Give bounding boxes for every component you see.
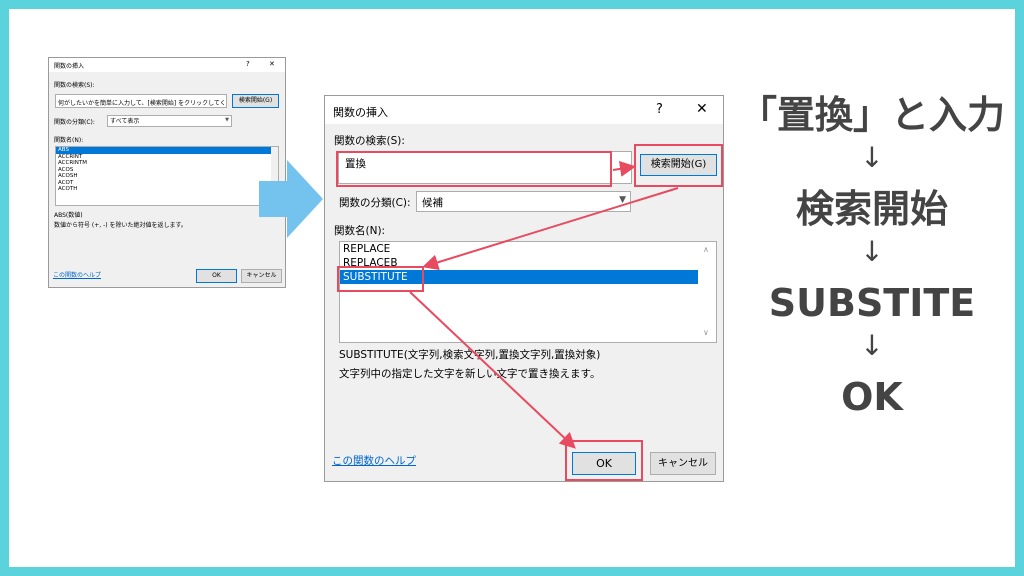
step-type-replace: 「置換」と入力 (738, 93, 1005, 137)
arrow-to-ok (409, 291, 576, 449)
down-arrow-icon: ↓ (860, 235, 884, 268)
step-substitute: SUBSTITE (768, 281, 976, 325)
down-arrow-icon: ↓ (860, 329, 884, 362)
instruction-steps: 「置換」と入力 ↓ 検索開始 ↓ SUBSTITE ↓ OK (724, 92, 1020, 420)
arrow-to-substitute (422, 187, 679, 271)
step-search-start: 検索開始 (795, 187, 948, 231)
arrow-to-search-button (612, 160, 636, 177)
down-arrow-icon: ↓ (860, 141, 884, 174)
step-ok: OK (841, 375, 903, 419)
